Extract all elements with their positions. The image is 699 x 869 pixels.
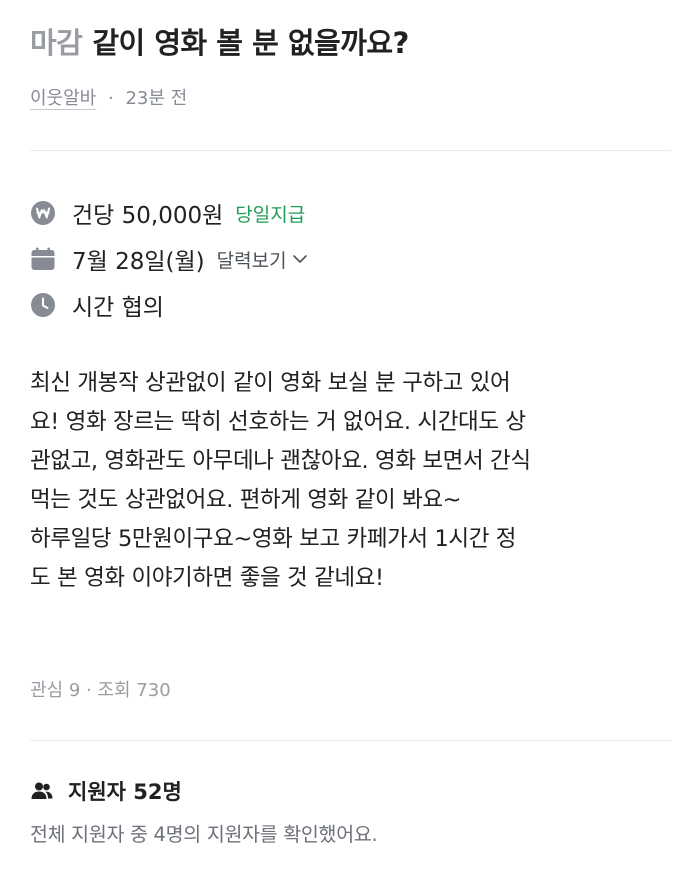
post-title-row: 마감 같이 영화 볼 분 없을까요? bbox=[30, 20, 409, 62]
applicants-description: 전체 지원자 중 4명의 지원자를 확인했어요. bbox=[30, 823, 378, 846]
applicants-header: 지원자 52명 bbox=[30, 776, 182, 806]
divider-top bbox=[30, 150, 671, 151]
author-link[interactable]: 이웃알바 bbox=[30, 88, 96, 109]
pay-tag: 당일지급 bbox=[235, 203, 306, 226]
chevron-down-icon bbox=[291, 250, 309, 268]
time-text: 시간 협의 bbox=[72, 295, 164, 321]
date-text: 7월 28일(월) bbox=[72, 249, 205, 275]
post-title: 같이 영화 볼 분 없을까요? bbox=[92, 26, 409, 60]
post-meta: 이웃알바 · 23분 전 bbox=[30, 84, 187, 110]
post-status-label: 마감 bbox=[30, 26, 83, 60]
clock-icon bbox=[30, 292, 56, 318]
date-row: 7월 28일(월) 달력보기 bbox=[30, 242, 309, 276]
post-time: 23분 전 bbox=[125, 88, 188, 109]
divider-bottom bbox=[30, 740, 671, 741]
calendar-view-label: 달력보기 bbox=[216, 249, 287, 272]
won-coin-icon bbox=[30, 200, 56, 226]
post-body: 최신 개봉작 상관없이 같이 영화 보실 분 구하고 있어 요! 영화 장르는 … bbox=[30, 370, 531, 591]
meta-separator: · bbox=[107, 88, 114, 109]
wage-row: 건당 50,000원 당일지급 bbox=[30, 196, 305, 230]
applicants-count: 지원자 52명 bbox=[68, 780, 182, 804]
post-stats: 관심 9 · 조회 730 bbox=[30, 680, 171, 701]
time-row: 시간 협의 bbox=[30, 288, 164, 322]
people-icon bbox=[30, 779, 54, 803]
calendar-icon bbox=[30, 246, 56, 272]
wage-text: 건당 50,000원 bbox=[72, 203, 224, 229]
calendar-view-button[interactable]: 달력보기 bbox=[217, 246, 309, 273]
job-post-page: 마감 같이 영화 볼 분 없을까요? 이웃알바 · 23분 전 건당 50,000… bbox=[0, 0, 699, 869]
